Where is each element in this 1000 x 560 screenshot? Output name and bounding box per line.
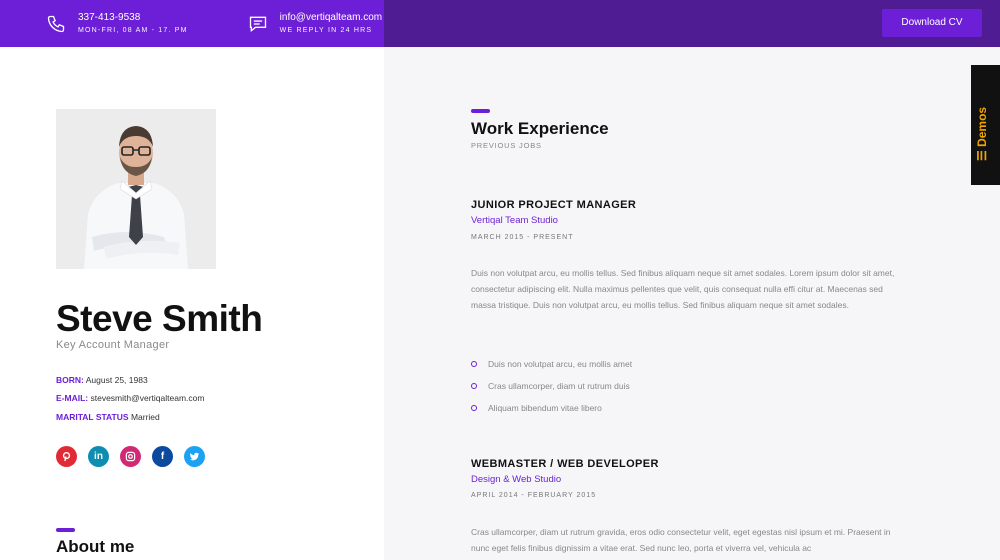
born-label: BORN:	[56, 375, 84, 385]
email-address: info@vertiqalteam.com	[279, 12, 383, 23]
about-title: About me	[56, 537, 135, 556]
born-value: August 25, 1983	[85, 375, 148, 385]
facebook-icon[interactable]: f	[152, 446, 173, 467]
pinterest-icon[interactable]	[56, 446, 77, 467]
email-value[interactable]: stevesmith@vertiqalteam.com	[90, 393, 204, 403]
bullet-dot-icon	[471, 405, 477, 411]
email-contact[interactable]: info@vertiqalteam.com WE REPLY IN 24 HRS	[248, 11, 382, 34]
phone-number: 337-413-9538	[78, 12, 141, 23]
bullet-text: Aliquam bibendum vitae libero	[488, 403, 602, 413]
bullet-text: Duis non volutpat arcu, eu mollis amet	[488, 359, 633, 369]
job-title: WEBMASTER / WEB DEVELOPER	[471, 458, 659, 470]
about-accent-bar	[56, 528, 75, 532]
list-item: Cras ullamcorper, diam ut rutrum duis	[471, 375, 632, 397]
marital-label: MARITAL STATUS	[56, 412, 129, 422]
job-dates: APRIL 2014 - FEBRUARY 2015	[471, 492, 597, 499]
email-row: E-MAIL: stevesmith@vertiqalteam.com	[56, 393, 204, 403]
list-item: Aliquam bibendum vitae libero	[471, 397, 632, 419]
job-description: Cras ullamcorper, diam ut rutrum gravida…	[471, 527, 891, 553]
email-label: E-MAIL:	[56, 393, 89, 403]
born-row: BORN: August 25, 1983	[56, 375, 148, 385]
section-subtitle: PREVIOUS JOBS	[471, 141, 542, 150]
job-dates: MARCH 2015 - PRESENT	[471, 234, 574, 241]
bullet-dot-icon	[471, 361, 477, 367]
job-title: JUNIOR PROJECT MANAGER	[471, 199, 637, 211]
linkedin-icon[interactable]: in	[88, 446, 109, 467]
profile-name: Steve Smith	[56, 298, 263, 339]
experience-accent-bar	[471, 109, 490, 113]
phone-contact[interactable]: 337-413-9538 MON-FRI, 08 AM - 17. PM	[46, 11, 188, 34]
marital-value: Married	[130, 412, 160, 422]
profile-role: Key Account Manager	[56, 339, 170, 351]
list-item: Duis non volutpat arcu, eu mollis amet	[471, 353, 632, 375]
profile-photo	[56, 109, 216, 269]
experience-column: Work Experience PREVIOUS JOBS JUNIOR PRO…	[384, 47, 1000, 560]
section-title: Work Experience	[471, 119, 609, 138]
bullet-dot-icon	[471, 383, 477, 389]
job-company: Vertiqal Team Studio	[471, 215, 558, 226]
phone-hours: MON-FRI, 08 AM - 17. PM	[78, 27, 188, 34]
demos-tab[interactable]: ☰ Demos	[971, 65, 1000, 185]
contact-bar: 337-413-9538 MON-FRI, 08 AM - 17. PM inf…	[0, 0, 384, 47]
phone-icon	[47, 15, 65, 33]
job-company: Design & Web Studio	[471, 474, 562, 485]
instagram-icon[interactable]	[120, 446, 141, 467]
bullet-text: Cras ullamcorper, diam ut rutrum duis	[488, 381, 630, 391]
chat-icon	[249, 16, 266, 33]
demos-label: ☰ Demos	[975, 106, 989, 161]
top-bar: 337-413-9538 MON-FRI, 08 AM - 17. PM inf…	[0, 0, 1000, 47]
download-cv-button[interactable]: Download CV	[882, 9, 982, 37]
marital-row: MARITAL STATUS Married	[56, 412, 160, 422]
twitter-icon[interactable]	[184, 446, 205, 467]
social-links: in f	[56, 446, 205, 467]
profile-column: Steve Smith Key Account Manager BORN: Au…	[0, 47, 384, 560]
job-description: Duis non volutpat arcu, eu mollis tellus…	[471, 268, 895, 310]
email-note: WE REPLY IN 24 HRS	[279, 27, 373, 34]
job-highlights: Duis non volutpat arcu, eu mollis amet C…	[471, 353, 632, 419]
topbar-actions: Download CV	[384, 0, 1000, 47]
